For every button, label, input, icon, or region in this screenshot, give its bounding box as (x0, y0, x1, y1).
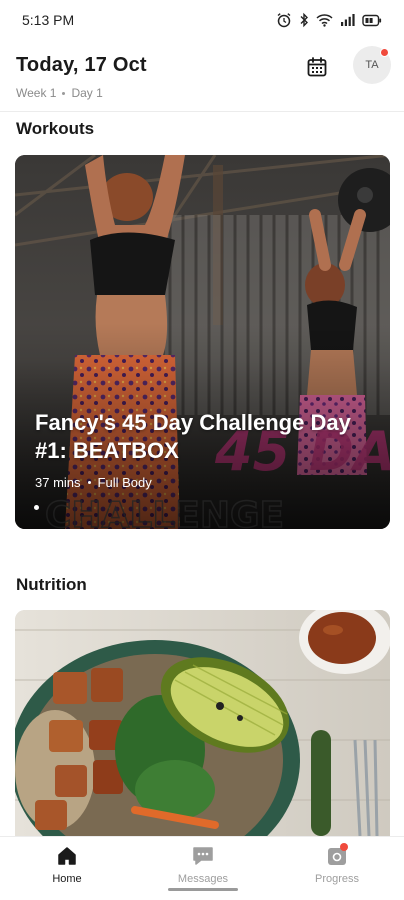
status-icons (276, 12, 382, 28)
progress-notification-badge (340, 843, 348, 851)
signal-icon (341, 14, 355, 26)
nutrition-photo (15, 610, 390, 836)
nav-home[interactable]: Home (22, 841, 112, 887)
home-icon (58, 847, 76, 865)
calendar-icon (307, 57, 327, 77)
separator-dot (62, 91, 66, 95)
day-label: Day 1 (71, 86, 103, 100)
workout-title: Fancy's 45 Day Challenge Day #1: BEATBOX (35, 410, 351, 463)
workout-meta: 37 mins Full Body (35, 475, 152, 490)
chat-icon (193, 847, 213, 865)
battery-icon (362, 14, 382, 26)
chat-icon-wrap (191, 845, 215, 867)
nav-progress[interactable]: Progress (292, 841, 382, 887)
notification-badge (380, 48, 389, 57)
status-bar: 5:13 PM (0, 0, 404, 40)
wifi-icon (316, 14, 333, 27)
nav-home-label: Home (52, 873, 82, 885)
workout-photo: 45 DAY CHALLENGE (15, 155, 390, 529)
avatar-initials: TA (365, 59, 379, 71)
workout-card[interactable]: 45 DAY CHALLENGE Fancy's 45 Day Challeng… (15, 155, 390, 529)
nav-messages[interactable]: Messages (158, 841, 248, 887)
workouts-section-title: Workouts (16, 119, 95, 138)
week-day-subtitle: Week 1 Day 1 (16, 86, 103, 100)
calendar-button[interactable] (304, 54, 330, 80)
week-label: Week 1 (16, 86, 57, 100)
status-time: 5:13 PM (22, 12, 75, 28)
bluetooth-icon (300, 12, 308, 28)
workout-duration: 37 mins (35, 475, 81, 490)
home-icon-wrap (55, 845, 79, 867)
page-title: Today, 17 Oct (16, 54, 147, 76)
nutrition-section-title: Nutrition (16, 575, 87, 594)
avatar[interactable]: TA (353, 46, 391, 84)
alarm-icon (277, 13, 291, 28)
carousel-indicator (34, 505, 39, 510)
gesture-bar[interactable] (168, 888, 238, 891)
separator-dot (87, 481, 91, 484)
nutrition-card[interactable] (15, 610, 390, 836)
header: Today, 17 Oct Week 1 Day 1 TA (0, 44, 404, 112)
workout-category: Full Body (97, 475, 152, 490)
nav-progress-label: Progress (314, 873, 360, 885)
progress-icon-wrap (325, 843, 349, 867)
nav-messages-label: Messages (177, 873, 229, 885)
